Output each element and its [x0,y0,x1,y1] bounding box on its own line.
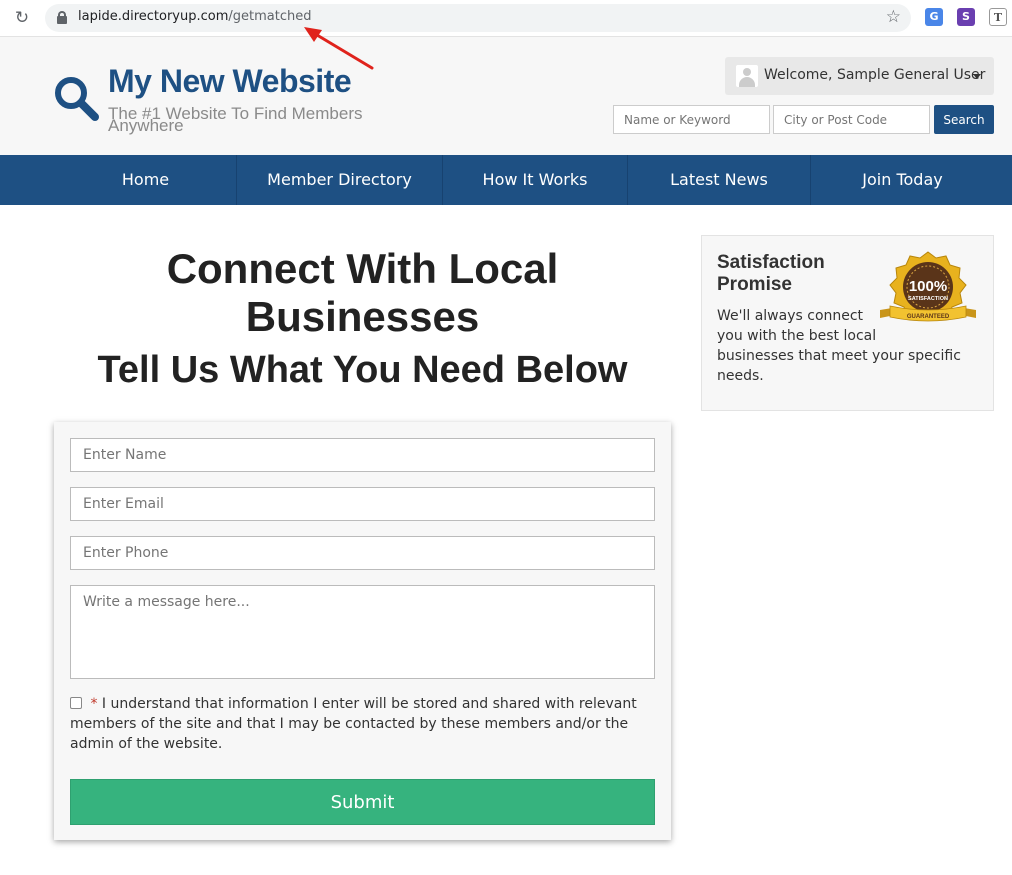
consent-row: * I understand that information I enter … [70,694,655,754]
url-text: lapide.directoryup.com/getmatched [78,9,311,24]
required-mark: * [90,696,98,712]
site-tagline: The #1 Website To Find Members Anywhere [108,104,363,135]
url-host: lapide.directoryup.com [78,9,229,24]
nav-join-today[interactable]: Join Today [811,155,994,205]
message-field[interactable] [70,585,655,679]
submit-button[interactable]: Submit [70,779,655,825]
satisfaction-text-2: businesses that meet your specific needs… [717,348,961,384]
page-title: Connect With Local Businesses [166,245,559,340]
consent-checkbox[interactable] [70,697,82,709]
translate-extension-icon[interactable]: G [925,8,943,26]
user-menu-button[interactable]: Welcome, Sample General User [725,57,994,95]
contact-form: * I understand that information I enter … [54,422,671,840]
address-bar[interactable]: lapide.directoryup.com/getmatched ☆ [45,4,911,32]
nav-member-directory[interactable]: Member Directory [237,155,443,205]
site-header: My New Website The #1 Website To Find Me… [0,37,1012,155]
caret-down-icon [973,74,981,79]
keyword-search-input[interactable] [613,105,770,134]
consent-text: I understand that information I enter wi… [70,696,637,752]
welcome-text: Welcome, Sample General User [764,67,986,83]
name-field[interactable] [70,438,655,472]
email-field[interactable] [70,487,655,521]
avatar [736,65,758,87]
nav-how-it-works[interactable]: How It Works [443,155,628,205]
bookmark-star-icon[interactable]: ☆ [886,7,901,27]
satisfaction-card: Satisfaction Promise We'll always connec… [701,235,994,411]
badge-ribbon-text: GUARANTEED [907,314,950,320]
badge-label: SATISFACTION [908,296,948,302]
search-button[interactable]: Search [934,105,994,134]
satisfaction-guaranteed-badge-icon: 100% SATISFACTION GUARANTEED [880,251,976,322]
red-arrow-annotation-icon [304,27,374,70]
url-path: /getmatched [228,9,312,24]
main-nav: Home Member Directory How It Works Lates… [0,155,1012,205]
nav-home[interactable]: Home [55,155,237,205]
satisfaction-title: Satisfaction Promise [717,252,825,295]
reload-icon[interactable]: ↻ [12,8,32,28]
t-extension-icon[interactable]: T [989,8,1007,26]
magnifier-logo-icon[interactable] [53,75,99,121]
s-extension-icon[interactable]: S [957,8,975,26]
badge-percent: 100% [909,278,947,295]
phone-field[interactable] [70,536,655,570]
lock-icon [57,11,67,24]
location-search-input[interactable] [773,105,930,134]
satisfaction-text-1: We'll always connect you with the best l… [717,308,877,344]
nav-latest-news[interactable]: Latest News [628,155,811,205]
browser-toolbar: ↻ lapide.directoryup.com/getmatched ☆ G … [0,0,1012,37]
page-subtitle: Tell Us What You Need Below [97,349,628,391]
